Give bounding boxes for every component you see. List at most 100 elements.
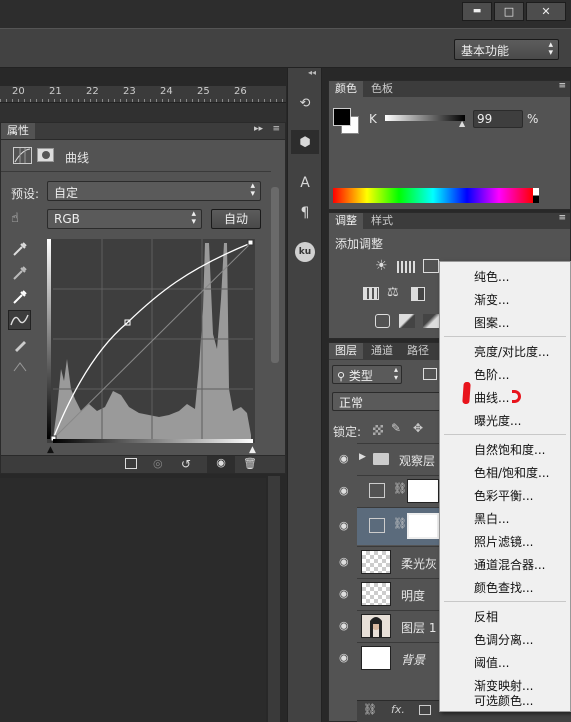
- smooth-curve-icon[interactable]: [12, 359, 28, 378]
- tab-layers[interactable]: 图层: [329, 343, 363, 359]
- 3d-cube-icon[interactable]: ⬢: [291, 130, 319, 154]
- visibility-icon[interactable]: ◉: [207, 456, 235, 473]
- visibility-eye-icon[interactable]: ◉: [339, 587, 355, 601]
- layer-name[interactable]: 柔光灰: [401, 555, 437, 572]
- workspace-select[interactable]: 基本功能 ▴ ▾: [454, 39, 559, 60]
- menu-item-threshold[interactable]: 阈值...: [474, 654, 509, 671]
- layer-name[interactable]: 图层 1: [401, 619, 436, 636]
- menu-item-posterize[interactable]: 色调分离...: [474, 631, 533, 648]
- image-filter-icon[interactable]: [423, 368, 437, 380]
- kuler-icon[interactable]: ku: [295, 242, 315, 262]
- pencil-tool-icon[interactable]: [12, 337, 28, 356]
- levels-icon[interactable]: [397, 261, 415, 273]
- preset-select[interactable]: 自定 ▴ ▾: [47, 181, 261, 201]
- menu-item-black-white[interactable]: 黑白...: [474, 510, 509, 527]
- lock-move-icon[interactable]: ✥: [413, 421, 423, 435]
- fx-icon[interactable]: fx.: [391, 703, 405, 716]
- slider-thumb-icon[interactable]: ▲: [459, 119, 465, 128]
- canvas-scrollbar[interactable]: [268, 476, 280, 722]
- reset-icon[interactable]: ↺: [181, 457, 191, 471]
- blend-mode-select[interactable]: 正常: [332, 392, 442, 411]
- layer-mask-thumb[interactable]: [407, 513, 439, 539]
- menu-item-selective-color[interactable]: 可选颜色...: [474, 692, 533, 709]
- lock-brush-icon[interactable]: ✎: [391, 421, 401, 435]
- balance-scale-icon[interactable]: ⚖: [387, 285, 399, 300]
- view-previous-icon[interactable]: ◎: [153, 457, 163, 470]
- menu-item-photo-filter[interactable]: 照片滤镜...: [474, 533, 533, 550]
- tab-styles[interactable]: 样式: [365, 213, 399, 229]
- layer-name[interactable]: 背景: [401, 651, 425, 668]
- brightness-icon[interactable]: ☀: [375, 258, 388, 274]
- eyedropper-black-icon[interactable]: [12, 241, 28, 260]
- menu-item-solid-color[interactable]: 纯色...: [474, 268, 509, 285]
- menu-item-pattern[interactable]: 图案...: [474, 314, 509, 331]
- layer-name[interactable]: 观察层: [399, 452, 435, 469]
- color-balance-icon[interactable]: [363, 287, 379, 300]
- add-mask-icon[interactable]: [419, 705, 431, 715]
- visibility-eye-icon[interactable]: ◉: [339, 484, 355, 498]
- menu-item-brightness-contrast[interactable]: 亮度/对比度...: [474, 343, 550, 360]
- menu-item-curves[interactable]: 曲线...: [474, 389, 509, 406]
- curves-icon[interactable]: [423, 259, 439, 273]
- k-slider[interactable]: [385, 115, 465, 121]
- tab-color[interactable]: 颜色: [329, 81, 363, 97]
- paragraph-icon[interactable]: ¶: [293, 202, 317, 224]
- menu-item-color-lookup[interactable]: 颜色查找...: [474, 579, 533, 596]
- eyedropper-gray-icon[interactable]: [12, 265, 28, 284]
- channel-mixer-icon[interactable]: [399, 314, 415, 328]
- color-spectrum[interactable]: [333, 188, 533, 203]
- tab-adjustments[interactable]: 调整: [329, 213, 363, 229]
- visibility-eye-icon[interactable]: ◉: [339, 519, 355, 533]
- photo-filter-icon[interactable]: [375, 314, 390, 328]
- layer-name[interactable]: 明度: [401, 587, 425, 604]
- tab-channels[interactable]: 通道: [365, 343, 399, 359]
- menu-item-exposure[interactable]: 曝光度...: [474, 412, 521, 429]
- black-point-slider-icon[interactable]: ▲: [47, 445, 54, 455]
- history-icon[interactable]: ⟲: [293, 92, 317, 114]
- layer-filter-select[interactable]: ⚲ 类型 ▴ ▾: [332, 365, 402, 384]
- panel-collapse-icon[interactable]: ▸▸: [254, 124, 263, 134]
- panel-menu-icon[interactable]: ≡: [558, 213, 566, 223]
- dock-collapse-icon[interactable]: ◂◂: [308, 68, 316, 77]
- gradient-map-icon[interactable]: [423, 314, 439, 328]
- panel-menu-icon[interactable]: ≡: [558, 81, 566, 91]
- tab-paths[interactable]: 路径: [401, 343, 435, 359]
- delete-icon[interactable]: 🗑: [243, 457, 257, 470]
- close-button[interactable]: ✕: [526, 2, 566, 21]
- visibility-eye-icon[interactable]: ◉: [339, 619, 355, 633]
- clip-to-layer-icon[interactable]: [125, 458, 137, 469]
- expand-arrow-icon[interactable]: ▶: [359, 452, 366, 462]
- tab-properties[interactable]: 属性: [1, 123, 35, 139]
- curves-graph[interactable]: [47, 239, 255, 443]
- menu-item-channel-mixer[interactable]: 通道混合器...: [474, 556, 545, 573]
- properties-scrollbar[interactable]: [271, 187, 279, 363]
- visibility-eye-icon[interactable]: ◉: [339, 555, 355, 569]
- channel-select[interactable]: RGB ▴ ▾: [47, 209, 202, 229]
- layer-mask-thumb[interactable]: [407, 479, 439, 503]
- maximize-button[interactable]: □: [494, 2, 524, 21]
- menu-item-levels[interactable]: 色阶...: [474, 366, 509, 383]
- lock-transparent-icon[interactable]: [373, 425, 383, 435]
- minimize-button[interactable]: ▬: [462, 2, 492, 21]
- white-point-slider-icon[interactable]: ▲: [249, 445, 256, 455]
- menu-item-hue-saturation[interactable]: 色相/饱和度...: [474, 464, 550, 481]
- menu-item-vibrance[interactable]: 自然饱和度...: [474, 441, 545, 458]
- auto-button[interactable]: 自动: [211, 209, 261, 229]
- mask-icon[interactable]: [37, 148, 54, 162]
- black-white-icon[interactable]: [411, 287, 425, 301]
- character-icon[interactable]: A: [293, 172, 317, 194]
- visibility-eye-icon[interactable]: ◉: [339, 452, 355, 466]
- panel-menu-icon[interactable]: ≡: [272, 124, 280, 134]
- menu-item-invert[interactable]: 反相: [474, 608, 498, 625]
- eyedropper-white-icon[interactable]: [12, 289, 28, 308]
- menu-item-color-balance[interactable]: 色彩平衡...: [474, 487, 533, 504]
- spectrum-bw[interactable]: [533, 188, 539, 203]
- tab-swatches[interactable]: 色板: [365, 81, 399, 97]
- target-adjust-icon[interactable]: ☝: [11, 211, 19, 226]
- k-value-input[interactable]: 99: [473, 110, 523, 128]
- visibility-eye-icon[interactable]: ◉: [339, 651, 355, 665]
- foreground-swatch[interactable]: [333, 108, 351, 126]
- curve-point-tool-icon[interactable]: [8, 310, 31, 330]
- menu-item-gradient[interactable]: 渐变...: [474, 291, 509, 308]
- link-layers-icon[interactable]: ⛓: [363, 703, 377, 716]
